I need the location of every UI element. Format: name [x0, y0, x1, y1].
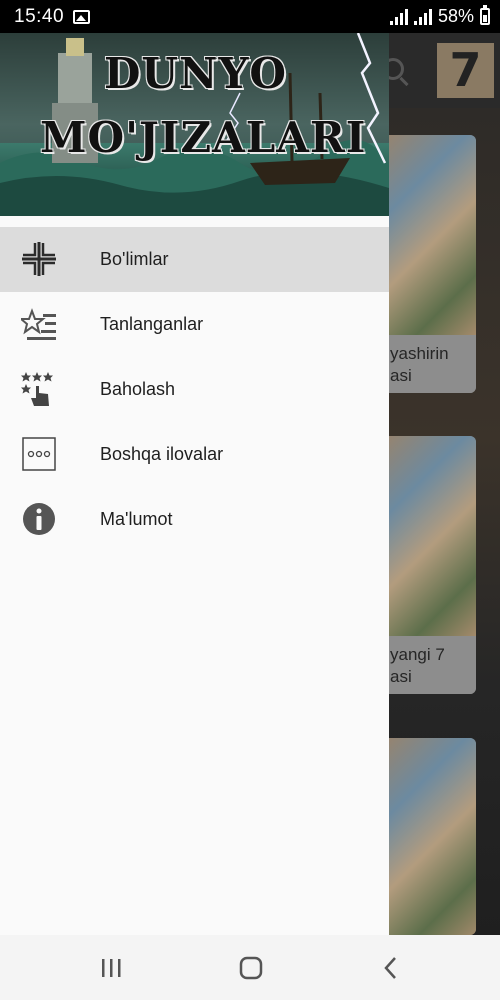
gallery-icon — [73, 9, 91, 24]
menu-item-more-apps[interactable]: Boshqa ilovalar — [0, 422, 389, 487]
drawer-header: DUNYO MO'JIZALARI — [0, 33, 389, 216]
info-icon — [23, 503, 55, 535]
menu-item-favorites[interactable]: Tanlanganlar — [0, 292, 389, 357]
system-nav-bar — [0, 935, 500, 1000]
favorites-icon — [21, 308, 56, 340]
rate-icon — [21, 372, 53, 406]
menu-item-label: Bo'limlar — [100, 249, 169, 269]
battery-percentage: 58% — [437, 6, 474, 26]
menu-item-label: Tanlanganlar — [100, 314, 204, 334]
more-apps-icon — [22, 437, 56, 471]
menu-item-label: Ma'lumot — [100, 509, 173, 529]
battery-icon — [480, 5, 490, 25]
menu-item-label: Boshqa ilovalar — [100, 444, 224, 464]
status-bar: 15:40 58% — [0, 0, 500, 33]
sections-icon — [22, 242, 56, 276]
card-caption-line2: asi — [390, 366, 412, 385]
menu-item-label: Baholash — [100, 379, 176, 399]
menu-item-info[interactable]: Ma'lumot — [0, 487, 389, 552]
navigation-drawer: DUNYO MO'JIZALARI Bo'limlar Tanlanganlar… — [0, 33, 389, 935]
card-caption: yangi 7 asi — [376, 636, 476, 694]
card-caption-line2: asi — [390, 667, 412, 686]
status-right: 58% — [389, 5, 490, 27]
recents-button[interactable] — [99, 955, 125, 981]
category-card[interactable]: yashirin asi — [376, 135, 476, 393]
card-thumbnail — [376, 436, 476, 636]
back-button[interactable] — [378, 955, 404, 981]
category-card[interactable]: yangi 7 asi — [376, 436, 476, 694]
menu-item-rate[interactable]: Baholash — [0, 357, 389, 422]
header-title-line1: DUNYO — [104, 49, 288, 98]
category-card[interactable] — [376, 738, 476, 935]
menu-item-sections[interactable]: Bo'limlar — [0, 227, 389, 292]
status-time: 15:40 — [14, 5, 65, 27]
card-thumbnail — [376, 738, 476, 935]
signal-icon — [389, 8, 408, 25]
drawer-menu: Bo'limlar Tanlanganlar Baholash Boshqa i… — [0, 227, 389, 552]
home-button[interactable] — [238, 955, 264, 981]
card-thumbnail — [376, 135, 476, 335]
header-title-line2: MO'JIZALARI — [40, 113, 367, 162]
card-caption-line1: yangi 7 — [390, 645, 445, 664]
card-caption-line1: yashirin — [390, 344, 449, 363]
signal-icon — [413, 8, 432, 25]
card-caption: yashirin asi — [376, 335, 476, 393]
app-logo: 7 — [437, 43, 494, 98]
